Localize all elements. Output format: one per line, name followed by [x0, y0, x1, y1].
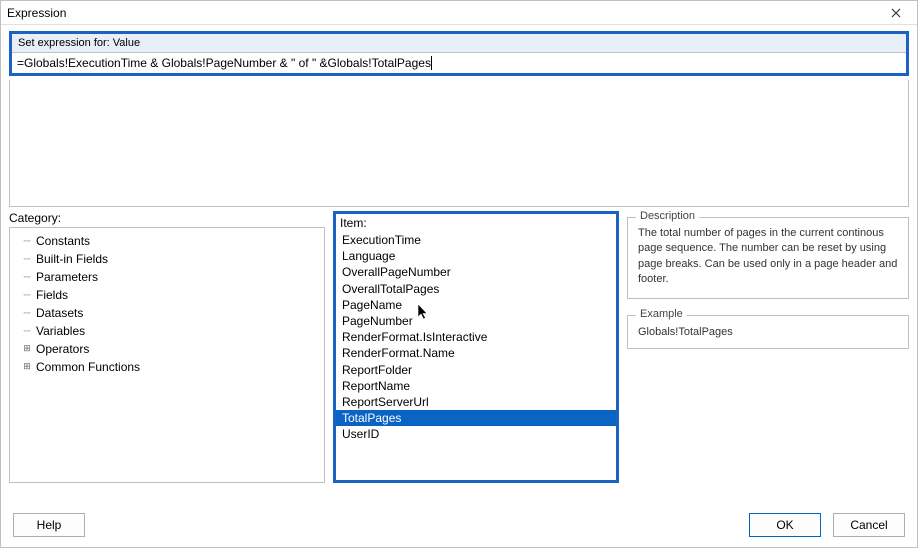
item-list[interactable]: ExecutionTimeLanguageOverallPageNumberOv…	[336, 232, 616, 442]
window-title: Expression	[7, 6, 66, 20]
item-panel: Item: ExecutionTimeLanguageOverallPageNu…	[333, 211, 619, 483]
list-item[interactable]: RenderFormat.IsInteractive	[336, 329, 616, 345]
ok-button[interactable]: OK	[749, 513, 821, 537]
tree-label: Common Functions	[34, 358, 142, 376]
example-group: Example Globals!TotalPages	[627, 315, 909, 349]
tree-dash-icon: ┈	[20, 322, 34, 340]
tree-node[interactable]: ⊞Operators	[12, 340, 322, 358]
tree-label: Operators	[34, 340, 91, 358]
cancel-button[interactable]: Cancel	[833, 513, 905, 537]
category-panel: Category: ┈Constants┈Built-in Fields┈Par…	[9, 211, 325, 483]
tree-node[interactable]: ┈Fields	[12, 286, 322, 304]
list-item[interactable]: OverallPageNumber	[336, 264, 616, 280]
expression-header: Set expression for: Value	[12, 34, 906, 53]
help-button[interactable]: Help	[13, 513, 85, 537]
item-label: Item:	[336, 214, 616, 230]
list-item[interactable]: Language	[336, 248, 616, 264]
list-item[interactable]: TotalPages	[336, 410, 616, 426]
list-item[interactable]: PageNumber	[336, 313, 616, 329]
description-legend: Description	[636, 210, 699, 222]
list-item[interactable]: ReportServerUrl	[336, 394, 616, 410]
title-bar: Expression	[1, 1, 917, 25]
tree-node[interactable]: ⊞Common Functions	[12, 358, 322, 376]
tree-label: Fields	[34, 286, 70, 304]
tree-label: Built-in Fields	[34, 250, 110, 268]
list-item[interactable]: ReportFolder	[336, 362, 616, 378]
list-item[interactable]: ExecutionTime	[336, 232, 616, 248]
tree-dash-icon: ┈	[20, 286, 34, 304]
tree-label: Constants	[34, 232, 92, 250]
tree-label: Parameters	[34, 268, 100, 286]
tree-dash-icon: ┈	[20, 232, 34, 250]
example-legend: Example	[636, 308, 687, 320]
button-row: Help OK Cancel	[1, 505, 917, 547]
description-text: The total number of pages in the current…	[638, 226, 898, 288]
expand-icon[interactable]: ⊞	[20, 342, 34, 356]
list-item[interactable]: PageName	[336, 297, 616, 313]
expression-textarea[interactable]	[10, 80, 908, 206]
expression-value-display[interactable]: =Globals!ExecutionTime & Globals!PageNum…	[17, 56, 432, 70]
list-item[interactable]: OverallTotalPages	[336, 281, 616, 297]
tree-dash-icon: ┈	[20, 304, 34, 322]
category-label: Category:	[9, 211, 325, 225]
close-button[interactable]	[881, 2, 911, 24]
tree-node[interactable]: ┈Datasets	[12, 304, 322, 322]
list-item[interactable]: ReportName	[336, 378, 616, 394]
expression-textarea-container	[9, 80, 909, 207]
tree-node[interactable]: ┈Constants	[12, 232, 322, 250]
expression-highlight: Set expression for: Value =Globals!Execu…	[9, 31, 909, 76]
tree-node[interactable]: ┈Built-in Fields	[12, 250, 322, 268]
right-panel: Description The total number of pages in…	[627, 211, 909, 483]
description-group: Description The total number of pages in…	[627, 217, 909, 299]
tree-node[interactable]: ┈Variables	[12, 322, 322, 340]
category-tree-box[interactable]: ┈Constants┈Built-in Fields┈Parameters┈Fi…	[9, 227, 325, 483]
expand-icon[interactable]: ⊞	[20, 360, 34, 374]
example-text: Globals!TotalPages	[638, 324, 898, 338]
list-item[interactable]: UserID	[336, 426, 616, 442]
tree-dash-icon: ┈	[20, 250, 34, 268]
tree-label: Variables	[34, 322, 87, 340]
list-item[interactable]: RenderFormat.Name	[336, 345, 616, 361]
tree-dash-icon: ┈	[20, 268, 34, 286]
close-icon	[891, 8, 901, 18]
tree-label: Datasets	[34, 304, 85, 322]
tree-node[interactable]: ┈Parameters	[12, 268, 322, 286]
